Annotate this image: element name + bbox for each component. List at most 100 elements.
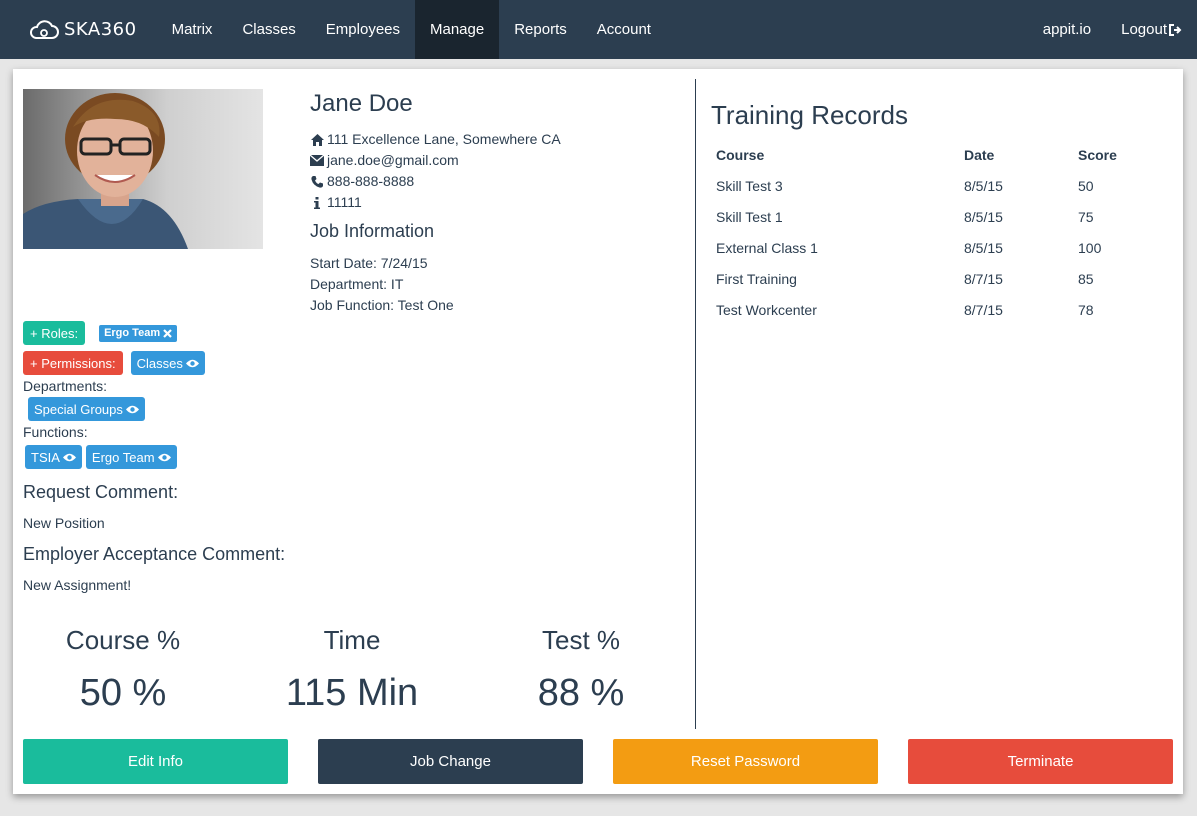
job-function: Job Function: Test One (310, 297, 454, 313)
sign-out-icon (1169, 23, 1182, 36)
functions-label: Functions: (23, 424, 88, 440)
cell-course: Skill Test 1 (716, 208, 783, 225)
function-badge-tsia[interactable]: TSIA (25, 445, 82, 469)
id-row: 11111 (310, 192, 561, 213)
nav-reports[interactable]: Reports (499, 0, 582, 59)
cell-score: 100 (1078, 239, 1102, 256)
nav-manage[interactable]: Manage (415, 0, 500, 59)
nav-matrix[interactable]: Matrix (157, 0, 228, 59)
stat-value: 115 Min (285, 672, 419, 714)
nav-account[interactable]: Account (582, 0, 666, 59)
cell-date: 8/5/15 (964, 239, 1003, 256)
phone-text: 888-888-8888 (327, 173, 415, 189)
phone-icon (310, 175, 324, 188)
eye-icon (185, 359, 199, 368)
job-change-button[interactable]: Job Change (318, 739, 583, 784)
nav-site-link[interactable]: appit.io (1028, 0, 1106, 59)
cell-date: 8/5/15 (964, 208, 1003, 225)
department: Department: IT (310, 276, 404, 292)
contact-info: 111 Excellence Lane, Somewhere CA jane.d… (310, 129, 561, 213)
function-badge-label: Ergo Team (91, 449, 155, 465)
action-bar: Edit Info Job Change Reset Password Term… (23, 739, 1173, 784)
info-icon (310, 196, 324, 209)
permission-badge[interactable]: Classes (130, 351, 205, 375)
function-badge-ergo-team[interactable]: Ergo Team (85, 445, 177, 469)
email-text[interactable]: jane.doe@gmail.com (327, 150, 459, 171)
cell-course: External Class 1 (716, 239, 818, 256)
permissions-row: + Permissions: Classes (23, 351, 205, 375)
request-comment-text: New Position (23, 515, 105, 531)
cloud-icon (30, 19, 59, 39)
table-row: Skill Test 1 8/5/15 75 (716, 201, 1156, 232)
employee-photo (23, 89, 263, 249)
stat-test-percent: Test % 88 % (486, 625, 676, 715)
cell-date: 8/7/15 (964, 301, 1003, 318)
training-records-table: Course Date Score Skill Test 3 8/5/15 50… (716, 145, 1156, 325)
stat-value: 88 % (537, 672, 625, 714)
stat-course-percent: Course % 50 % (28, 625, 218, 715)
cell-score: 85 (1078, 270, 1094, 287)
roles-row: + Roles: Ergo Team (23, 321, 178, 345)
address-row: 111 Excellence Lane, Somewhere CA (310, 129, 561, 150)
add-roles-button[interactable]: + Roles: (23, 321, 86, 345)
add-permissions-button[interactable]: + Permissions: (23, 351, 123, 375)
request-comment-heading: Request Comment: (23, 482, 179, 502)
column-divider (695, 79, 696, 729)
departments-label: Departments: (23, 378, 108, 394)
logout-button[interactable]: Logout (1106, 0, 1183, 59)
eye-icon (62, 453, 76, 462)
eye-icon (125, 405, 139, 414)
start-date: Start Date: 7/24/15 (310, 255, 428, 271)
table-header: Course Date Score (716, 145, 1156, 165)
role-badge-label: Ergo Team (104, 327, 161, 339)
brand-logo[interactable]: SKA360 (28, 19, 137, 41)
nav-employees[interactable]: Employees (311, 0, 415, 59)
functions-row: TSIA Ergo Team (25, 445, 177, 469)
edit-info-button[interactable]: Edit Info (23, 739, 288, 784)
stat-time: Time 115 Min (257, 625, 447, 715)
email-row: jane.doe@gmail.com (310, 150, 561, 171)
employee-name: Jane Doe (310, 90, 413, 117)
brand-text: SKA360 (64, 19, 137, 40)
eye-icon (157, 453, 171, 462)
column-header-course: Course (716, 147, 765, 163)
terminate-button[interactable]: Terminate (908, 739, 1173, 784)
permission-badge-label: Classes (136, 355, 183, 371)
home-icon (310, 133, 324, 146)
stat-label: Time (323, 625, 381, 655)
employer-comment-text: New Assignment! (23, 577, 132, 593)
phone-row: 888-888-8888 (310, 171, 561, 192)
stat-label: Course % (65, 625, 181, 655)
cell-date: 8/5/15 (964, 177, 1003, 194)
cell-score: 75 (1078, 208, 1094, 225)
table-row: Skill Test 3 8/5/15 50 (716, 170, 1156, 201)
stat-label: Test % (541, 625, 621, 655)
table-row: Test Workcenter 8/7/15 78 (716, 294, 1156, 325)
training-records-title: Training Records (711, 100, 909, 130)
remove-icon[interactable] (163, 328, 172, 338)
job-info-heading: Job Information (310, 221, 435, 241)
cell-course: First Training (716, 270, 797, 287)
table-row: External Class 1 8/5/15 100 (716, 232, 1156, 263)
column-header-score: Score (1078, 147, 1117, 163)
department-badge-label: Special Groups (34, 401, 123, 417)
stat-value: 50 % (79, 672, 167, 714)
departments-row: Special Groups (28, 397, 145, 421)
employer-comment-heading: Employer Acceptance Comment: (23, 544, 286, 564)
nav-classes[interactable]: Classes (227, 0, 310, 59)
address-text: 111 Excellence Lane, Somewhere CA (327, 131, 561, 147)
top-navbar: SKA360 Matrix Classes Employees Manage R… (0, 0, 1197, 59)
function-badge-label: TSIA (31, 449, 60, 465)
job-info: Start Date: 7/24/15 Department: IT Job F… (310, 253, 454, 316)
reset-password-button[interactable]: Reset Password (613, 739, 878, 784)
column-header-date: Date (964, 147, 995, 163)
cell-course: Skill Test 3 (716, 177, 783, 194)
cell-date: 8/7/15 (964, 270, 1003, 287)
table-row: First Training 8/7/15 85 (716, 263, 1156, 294)
envelope-icon (310, 155, 324, 166)
cell-score: 50 (1078, 177, 1094, 194)
cell-course: Test Workcenter (716, 301, 817, 318)
cell-score: 78 (1078, 301, 1094, 318)
logout-label: Logout (1121, 21, 1167, 38)
department-badge[interactable]: Special Groups (28, 397, 145, 421)
